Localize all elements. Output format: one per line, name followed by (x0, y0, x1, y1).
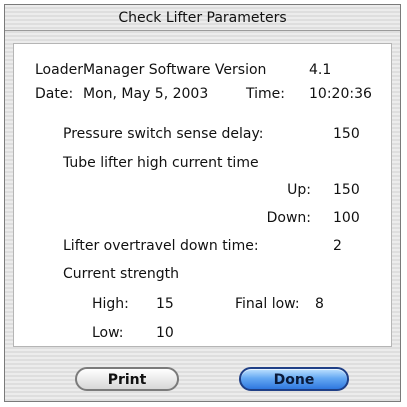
parameters-panel: LoaderManager Software Version 4.1 Date:… (13, 43, 392, 347)
final-low-label: Final low: (235, 296, 300, 312)
high-value: 15 (156, 296, 174, 312)
version-value: 4.1 (309, 62, 332, 78)
down-label: Down: (266, 210, 311, 226)
date-label: Date: (35, 86, 74, 102)
overtravel-label: Lifter overtravel down time: (63, 238, 259, 254)
time-label: Time: (246, 86, 285, 102)
low-value: 10 (156, 325, 174, 341)
done-button[interactable]: Done (239, 367, 349, 391)
low-label: Low: (92, 325, 124, 341)
window-title: Check Lifter Parameters (5, 5, 400, 31)
tube-high-current-label: Tube lifter high current time (63, 155, 259, 171)
time-value: 10:20:36 (309, 86, 372, 102)
final-low-value: 8 (315, 296, 324, 312)
print-button[interactable]: Print (75, 367, 179, 391)
dialog-window: Check Lifter Parameters LoaderManager So… (4, 4, 401, 402)
high-label: High: (92, 296, 129, 312)
up-value: 150 (333, 182, 360, 198)
pressure-delay-label: Pressure switch sense delay: (63, 126, 264, 142)
overtravel-value: 2 (333, 238, 342, 254)
pressure-delay-value: 150 (333, 126, 360, 142)
date-value: Mon, May 5, 2003 (83, 86, 209, 102)
current-strength-label: Current strength (63, 266, 179, 282)
down-value: 100 (333, 210, 360, 226)
version-label: LoaderManager Software Version (35, 62, 267, 78)
up-label: Up: (287, 182, 311, 198)
